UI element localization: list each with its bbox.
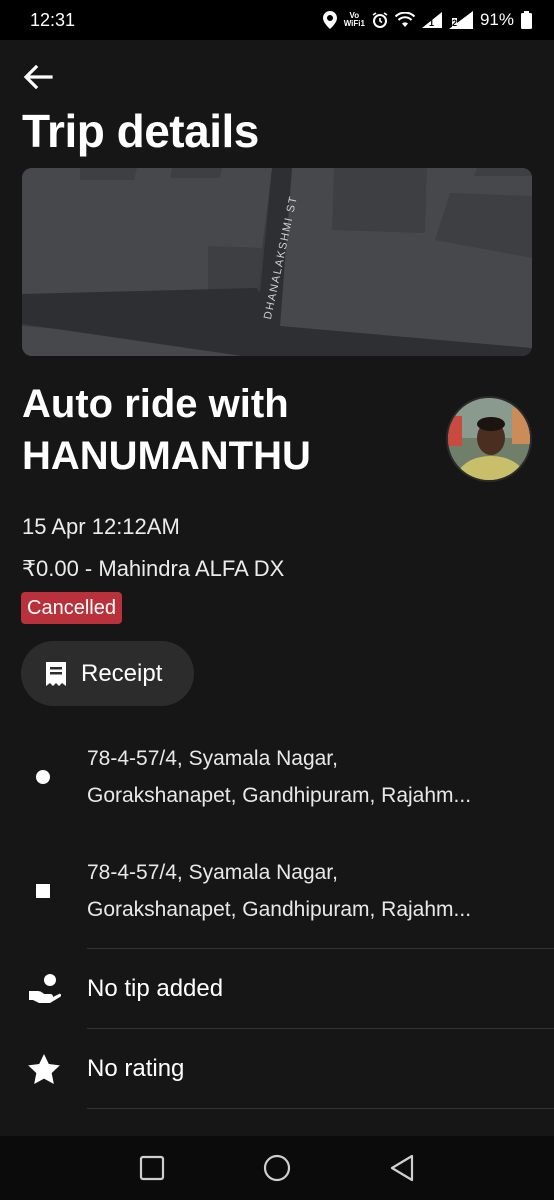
receipt-button[interactable]: Receipt (21, 641, 194, 706)
rating-row[interactable]: No rating (0, 1029, 554, 1109)
tip-row[interactable]: No tip added (0, 949, 554, 1029)
dropoff-address-line2: Gorakshanapet, Gandhipuram, Rajahm... (87, 898, 472, 921)
hand-coin-icon (26, 971, 62, 1007)
rating-label: No rating (87, 1055, 185, 1082)
pickup-address: 78-4-57/4, Syamala Nagar, Gorakshanapet,… (87, 740, 527, 814)
dropoff-square-icon (36, 884, 50, 898)
status-bar: 12:31 Vo WiFi1 1 2 91% (0, 0, 554, 40)
signal-sim1-icon: 1 (421, 12, 442, 28)
triangle-back-icon (390, 1154, 413, 1182)
back-nav-button[interactable] (380, 1146, 424, 1190)
status-icons: Vo WiFi1 1 2 91% (322, 10, 532, 30)
driver-name: HANUMANTHU (22, 434, 311, 478)
trip-title: Auto ride with HANUMANTHU (22, 378, 432, 482)
alarm-icon (372, 12, 388, 28)
dropoff-stop: 78-4-57/4, Syamala Nagar, Gorakshanapet,… (0, 854, 554, 934)
pickup-address-line1: 78-4-57/4, Syamala Nagar, (87, 747, 338, 770)
trip-map[interactable]: DHANALAKSHMI ST (22, 168, 532, 356)
trip-title-line1: Auto ride with (22, 382, 289, 426)
status-badge: Cancelled (21, 592, 122, 624)
star-icon (26, 1051, 62, 1087)
wifi-icon (394, 12, 415, 27)
dropoff-address: 78-4-57/4, Syamala Nagar, Gorakshanapet,… (87, 854, 527, 928)
signal-sim2-icon: 2 (448, 11, 473, 29)
divider (87, 1108, 554, 1109)
dropoff-address-line1: 78-4-57/4, Syamala Nagar, (87, 861, 338, 884)
arrow-left-icon (23, 65, 53, 89)
trip-date: 15 Apr 12:12AM (22, 514, 180, 539)
driver-avatar (446, 396, 532, 482)
recents-button[interactable] (130, 1146, 174, 1190)
circle-icon (263, 1154, 291, 1182)
receipt-label: Receipt (81, 659, 163, 687)
vowifi-icon: Vo WiFi1 (343, 11, 365, 28)
status-time: 12:31 (30, 9, 76, 30)
page-title: Trip details (22, 105, 259, 157)
battery-icon (521, 11, 532, 29)
receipt-icon (46, 661, 66, 686)
pickup-address-line2: Gorakshanapet, Gandhipuram, Rajahm... (87, 784, 472, 807)
home-button[interactable] (255, 1146, 299, 1190)
battery-percentage: 91% (479, 10, 514, 29)
location-icon (322, 11, 337, 29)
tip-label: No tip added (87, 975, 224, 1002)
square-icon (140, 1155, 165, 1181)
pickup-dot-icon (36, 770, 50, 784)
pickup-stop: 78-4-57/4, Syamala Nagar, Gorakshanapet,… (0, 740, 554, 820)
back-button[interactable] (20, 60, 56, 94)
system-nav-bar (0, 1136, 554, 1200)
trip-fare-vehicle: ₹0.00 - Mahindra ALFA DX (22, 556, 285, 581)
